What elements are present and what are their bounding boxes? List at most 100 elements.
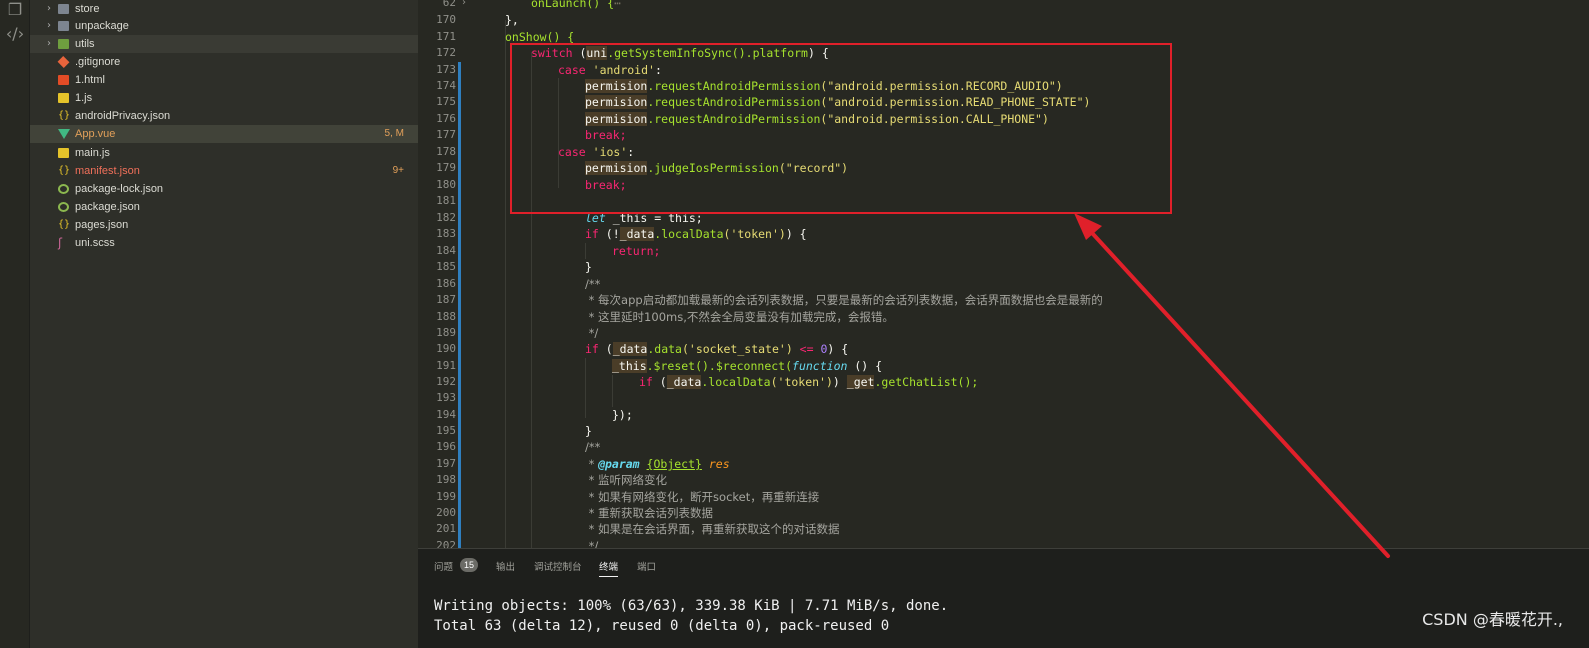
code-token: ( xyxy=(652,375,667,389)
code-token: .getChatList(); xyxy=(874,375,979,389)
tab-problems[interactable]: 问题 xyxy=(434,559,453,573)
line-number: 198 xyxy=(436,473,456,486)
line-number: 182 xyxy=(436,211,456,224)
scss-file-icon: ʃ xyxy=(58,236,63,250)
code-line: 197 * @param {Object} res xyxy=(418,456,1589,473)
code-line: 186 /** xyxy=(418,276,1589,293)
git-icon xyxy=(57,56,70,68)
code-token: }, xyxy=(505,13,519,27)
tree-item-label: utils xyxy=(75,38,95,50)
code-token: _this xyxy=(612,359,647,373)
line-number: 62 xyxy=(442,0,456,9)
package-icon xyxy=(58,184,69,194)
tree-item-unpackage[interactable]: › unpackage xyxy=(30,17,418,35)
folder-icon xyxy=(58,21,69,31)
copy-icon[interactable]: ❐ xyxy=(0,0,30,19)
tree-item-label: 1.js xyxy=(75,92,93,104)
code-line: 193 xyxy=(418,390,1589,407)
fold-ellipsis[interactable]: ⋯ xyxy=(614,0,621,10)
tree-item-label: manifest.json xyxy=(75,165,140,177)
line-number: 192 xyxy=(436,375,456,388)
line-number: 201 xyxy=(436,522,456,535)
tree-item-package-json[interactable]: package.json xyxy=(30,198,418,216)
chevron-right-icon[interactable]: › xyxy=(462,0,466,12)
file-explorer: › store › unpackage › utils .gitignore 1… xyxy=(30,0,418,648)
folder-icon xyxy=(58,39,69,49)
code-line: 189 */ xyxy=(418,325,1589,342)
source-control-icon[interactable]: ‹/› xyxy=(0,24,30,43)
tree-item-label: androidPrivacy.json xyxy=(75,110,171,122)
tab-terminal[interactable]: 终端 xyxy=(599,559,619,577)
line-number: 175 xyxy=(436,95,456,108)
code-line: 62 › onLaunch() {⋯ xyxy=(418,0,1589,12)
tree-item-manifest[interactable]: {} manifest.json 9+ xyxy=(30,162,418,180)
tree-item-label: App.vue xyxy=(75,128,116,140)
code-token: _data xyxy=(612,342,648,356)
code-line: 185 } xyxy=(418,259,1589,276)
tree-item-utils[interactable]: › utils xyxy=(30,35,418,53)
line-number: 183 xyxy=(436,227,456,240)
code-token: */ xyxy=(585,326,599,340)
chevron-right-icon[interactable]: › xyxy=(44,0,54,18)
line-number: 195 xyxy=(436,424,456,437)
line-number: 174 xyxy=(436,79,456,92)
code-token: } xyxy=(585,260,592,274)
tree-item-label: uni.scss xyxy=(75,237,115,249)
line-number: 191 xyxy=(436,359,456,372)
code-token: res xyxy=(701,457,730,471)
chevron-right-icon[interactable]: › xyxy=(44,17,54,35)
annotation-highlight-box xyxy=(510,43,1172,214)
activity-bar: ❐ ‹/› xyxy=(0,0,30,648)
code-token: _data xyxy=(666,375,702,389)
tree-item-package-lock[interactable]: package-lock.json xyxy=(30,180,418,198)
code-token: .data xyxy=(647,342,682,356)
tree-item-pages-json[interactable]: {} pages.json xyxy=(30,216,418,234)
code-token: _get xyxy=(846,375,875,389)
code-token: * 如果是在会话界面，再重新获取这个的对话数据 xyxy=(585,522,840,536)
code-line: 187 * 每次app启动都加载最新的会话列表数据，只要是最新的会话列表数据，会… xyxy=(418,292,1589,309)
tree-item-uni-scss[interactable]: ʃ uni.scss xyxy=(30,234,418,252)
code-token: if xyxy=(639,375,653,389)
tree-item-app-vue[interactable]: App.vue 5, M xyxy=(30,125,418,143)
tree-item-1-html[interactable]: 1.html xyxy=(30,71,418,89)
folder-icon xyxy=(58,4,69,14)
line-number: 200 xyxy=(436,506,456,519)
code-token: * 每次app启动都加载最新的会话列表数据，只要是最新的会话列表数据，会话界面数… xyxy=(585,293,1103,307)
code-token: .localData xyxy=(654,227,724,241)
line-number: 189 xyxy=(436,326,456,339)
code-line: 190 if (_data.data('socket_state') <= 0)… xyxy=(418,341,1589,358)
tab-output[interactable]: 输出 xyxy=(496,559,515,573)
code-token: } xyxy=(585,424,592,438)
tree-item-store[interactable]: › store xyxy=(30,0,418,18)
code-token: /** xyxy=(585,277,601,291)
line-number: 179 xyxy=(436,161,456,174)
tab-ports[interactable]: 端口 xyxy=(637,559,656,573)
chevron-right-icon[interactable]: › xyxy=(44,35,54,53)
code-token: */ xyxy=(585,539,599,548)
tree-item-1-js[interactable]: 1.js xyxy=(30,89,418,107)
line-number: 194 xyxy=(436,408,456,421)
tree-item-androidprivacy[interactable]: {} androidPrivacy.json xyxy=(30,107,418,125)
tree-item-label: package-lock.json xyxy=(75,183,164,195)
tree-item-label: unpackage xyxy=(75,20,129,32)
line-number: 184 xyxy=(436,244,456,257)
tab-debug-console[interactable]: 调试控制台 xyxy=(534,559,582,573)
line-number: 170 xyxy=(436,13,456,26)
tree-item-label: store xyxy=(75,3,100,15)
json-file-icon: {} xyxy=(58,110,71,121)
line-number: 202 xyxy=(436,539,456,548)
tree-item-gitignore[interactable]: .gitignore xyxy=(30,53,418,71)
js-file-icon xyxy=(58,93,69,103)
code-line: 184 return; xyxy=(418,243,1589,260)
package-icon xyxy=(58,202,69,212)
code-line: 202 */ xyxy=(418,538,1589,548)
tree-item-main-js[interactable]: main.js xyxy=(30,144,418,162)
code-line: 183 if (!_data.localData('token')) { xyxy=(418,226,1589,243)
code-token: function xyxy=(792,359,848,373)
code-token: * 监听网络变化 xyxy=(585,473,668,487)
code-token: if xyxy=(585,227,599,241)
code-token: return; xyxy=(612,244,661,258)
code-token: onLaunch() { xyxy=(531,0,615,10)
code-token: if xyxy=(585,342,599,356)
tree-item-label: package.json xyxy=(75,201,140,213)
